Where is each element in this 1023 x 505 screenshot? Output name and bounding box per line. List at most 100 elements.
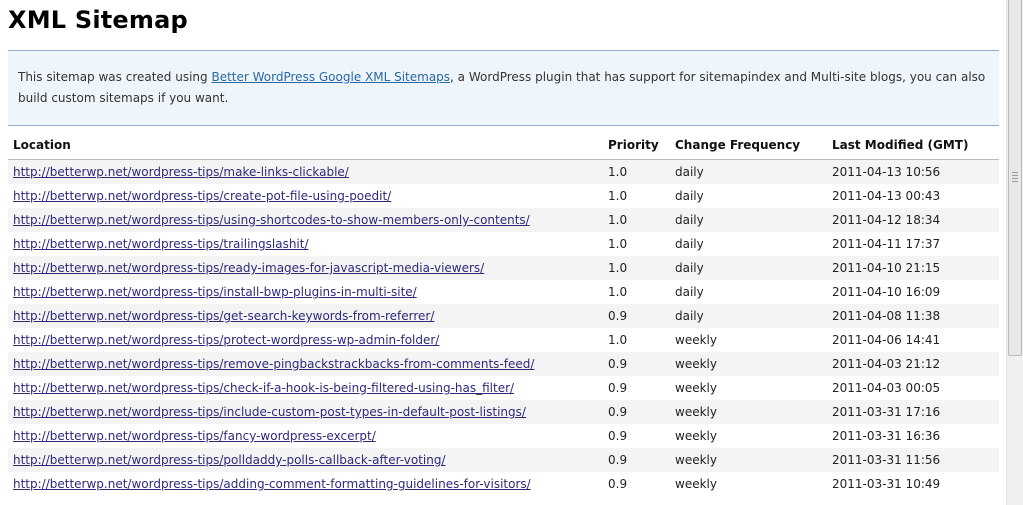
table-row: http://betterwp.net/wordpress-tips/addin…	[8, 472, 999, 496]
location-cell: http://betterwp.net/wordpress-tips/ready…	[8, 256, 603, 280]
header-location: Location	[8, 131, 603, 160]
vertical-scrollbar[interactable]	[1006, 0, 1023, 505]
frequency-cell: daily	[670, 304, 827, 328]
modified-cell: 2011-04-10 21:15	[827, 256, 999, 280]
priority-cell: 1.0	[603, 232, 670, 256]
modified-cell: 2011-04-10 16:09	[827, 280, 999, 304]
table-row: http://betterwp.net/wordpress-tips/ready…	[8, 256, 999, 280]
priority-cell: 0.9	[603, 376, 670, 400]
priority-cell: 0.9	[603, 448, 670, 472]
frequency-cell: weekly	[670, 424, 827, 448]
intro-text-before: This sitemap was created using	[18, 70, 212, 84]
priority-cell: 0.9	[603, 352, 670, 376]
location-cell: http://betterwp.net/wordpress-tips/addin…	[8, 472, 603, 496]
modified-cell: 2011-04-13 00:43	[827, 184, 999, 208]
priority-cell: 1.0	[603, 328, 670, 352]
location-cell: http://betterwp.net/wordpress-tips/make-…	[8, 159, 603, 184]
sitemap-url-link[interactable]: http://betterwp.net/wordpress-tips/get-s…	[13, 309, 434, 323]
sitemap-url-link[interactable]: http://betterwp.net/wordpress-tips/fancy…	[13, 429, 376, 443]
table-body: http://betterwp.net/wordpress-tips/make-…	[8, 159, 999, 496]
grip-line	[1012, 172, 1018, 173]
table-header-row: Location Priority Change Frequency Last …	[8, 131, 999, 160]
location-cell: http://betterwp.net/wordpress-tips/get-s…	[8, 304, 603, 328]
priority-cell: 0.9	[603, 304, 670, 328]
table-row: http://betterwp.net/wordpress-tips/insta…	[8, 280, 999, 304]
header-modified: Last Modified (GMT)	[827, 131, 999, 160]
table-row: http://betterwp.net/wordpress-tips/inclu…	[8, 400, 999, 424]
browser-viewport: XML Sitemap This sitemap was created usi…	[0, 0, 1023, 505]
priority-cell: 1.0	[603, 184, 670, 208]
grip-line	[1012, 175, 1018, 176]
modified-cell: 2011-03-31 10:49	[827, 472, 999, 496]
sitemap-table: Location Priority Change Frequency Last …	[8, 131, 999, 496]
modified-cell: 2011-04-11 17:37	[827, 232, 999, 256]
page-title: XML Sitemap	[8, 6, 188, 34]
modified-cell: 2011-04-06 14:41	[827, 328, 999, 352]
location-cell: http://betterwp.net/wordpress-tips/polld…	[8, 448, 603, 472]
sitemap-url-link[interactable]: http://betterwp.net/wordpress-tips/insta…	[13, 285, 417, 299]
scrollbar-thumb[interactable]	[1008, 0, 1022, 356]
location-cell: http://betterwp.net/wordpress-tips/creat…	[8, 184, 603, 208]
frequency-cell: weekly	[670, 328, 827, 352]
table-row: http://betterwp.net/wordpress-tips/fancy…	[8, 424, 999, 448]
sitemap-url-link[interactable]: http://betterwp.net/wordpress-tips/check…	[13, 381, 514, 395]
table-row: http://betterwp.net/wordpress-tips/get-s…	[8, 304, 999, 328]
frequency-cell: daily	[670, 184, 827, 208]
sitemap-url-link[interactable]: http://betterwp.net/wordpress-tips/creat…	[13, 189, 391, 203]
frequency-cell: daily	[670, 256, 827, 280]
table-row: http://betterwp.net/wordpress-tips/using…	[8, 208, 999, 232]
modified-cell: 2011-04-03 21:12	[827, 352, 999, 376]
modified-cell: 2011-03-31 11:56	[827, 448, 999, 472]
sitemap-url-link[interactable]: http://betterwp.net/wordpress-tips/using…	[13, 213, 530, 227]
priority-cell: 1.0	[603, 159, 670, 184]
header-frequency: Change Frequency	[670, 131, 827, 160]
table-row: http://betterwp.net/wordpress-tips/polld…	[8, 448, 999, 472]
modified-cell: 2011-03-31 17:16	[827, 400, 999, 424]
table-row: http://betterwp.net/wordpress-tips/creat…	[8, 184, 999, 208]
frequency-cell: daily	[670, 280, 827, 304]
location-cell: http://betterwp.net/wordpress-tips/using…	[8, 208, 603, 232]
sitemap-url-link[interactable]: http://betterwp.net/wordpress-tips/remov…	[13, 357, 534, 371]
frequency-cell: daily	[670, 208, 827, 232]
modified-cell: 2011-04-03 00:05	[827, 376, 999, 400]
table-row: http://betterwp.net/wordpress-tips/prote…	[8, 328, 999, 352]
sitemap-url-link[interactable]: http://betterwp.net/wordpress-tips/prote…	[13, 333, 439, 347]
frequency-cell: weekly	[670, 400, 827, 424]
location-cell: http://betterwp.net/wordpress-tips/prote…	[8, 328, 603, 352]
table-row: http://betterwp.net/wordpress-tips/remov…	[8, 352, 999, 376]
table-row: http://betterwp.net/wordpress-tips/check…	[8, 376, 999, 400]
sitemap-url-link[interactable]: http://betterwp.net/wordpress-tips/ready…	[13, 261, 484, 275]
frequency-cell: weekly	[670, 448, 827, 472]
priority-cell: 0.9	[603, 424, 670, 448]
sitemap-url-link[interactable]: http://betterwp.net/wordpress-tips/addin…	[13, 477, 531, 491]
priority-cell: 1.0	[603, 208, 670, 232]
frequency-cell: weekly	[670, 376, 827, 400]
sitemap-url-link[interactable]: http://betterwp.net/wordpress-tips/make-…	[13, 165, 349, 179]
sitemap-url-link[interactable]: http://betterwp.net/wordpress-tips/inclu…	[13, 405, 526, 419]
location-cell: http://betterwp.net/wordpress-tips/inclu…	[8, 400, 603, 424]
intro-box: This sitemap was created using Better Wo…	[8, 50, 999, 126]
grip-line	[1012, 178, 1018, 179]
priority-cell: 1.0	[603, 280, 670, 304]
frequency-cell: weekly	[670, 472, 827, 496]
modified-cell: 2011-03-31 16:36	[827, 424, 999, 448]
modified-cell: 2011-04-13 10:56	[827, 159, 999, 184]
frequency-cell: daily	[670, 159, 827, 184]
location-cell: http://betterwp.net/wordpress-tips/trail…	[8, 232, 603, 256]
priority-cell: 1.0	[603, 256, 670, 280]
modified-cell: 2011-04-08 11:38	[827, 304, 999, 328]
sitemap-url-link[interactable]: http://betterwp.net/wordpress-tips/polld…	[13, 453, 446, 467]
priority-cell: 0.9	[603, 400, 670, 424]
priority-cell: 0.9	[603, 472, 670, 496]
grip-line	[1012, 181, 1018, 182]
table-row: http://betterwp.net/wordpress-tips/make-…	[8, 159, 999, 184]
modified-cell: 2011-04-12 18:34	[827, 208, 999, 232]
location-cell: http://betterwp.net/wordpress-tips/remov…	[8, 352, 603, 376]
table-row: http://betterwp.net/wordpress-tips/trail…	[8, 232, 999, 256]
frequency-cell: daily	[670, 232, 827, 256]
sitemap-url-link[interactable]: http://betterwp.net/wordpress-tips/trail…	[13, 237, 309, 251]
location-cell: http://betterwp.net/wordpress-tips/fancy…	[8, 424, 603, 448]
frequency-cell: weekly	[670, 352, 827, 376]
location-cell: http://betterwp.net/wordpress-tips/check…	[8, 376, 603, 400]
plugin-link[interactable]: Better WordPress Google XML Sitemaps	[211, 70, 450, 84]
